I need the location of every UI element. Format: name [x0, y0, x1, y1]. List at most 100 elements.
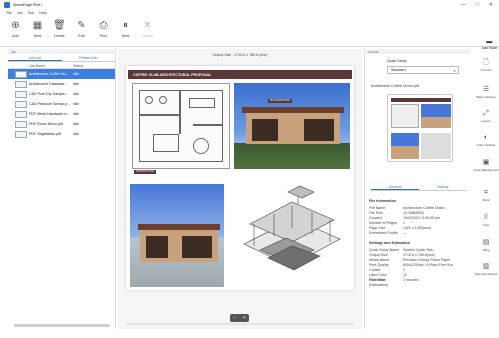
document-name: Architecture Coffee Ou.ice.pdf [371, 84, 420, 88]
trash-icon: 🗑 [53, 20, 66, 31]
job-info-icon: 🗋 [483, 59, 489, 66]
cancel-icon: ✕ [143, 20, 152, 31]
sidebar-item-job-info[interactable]: 🗋 Job Info [473, 59, 499, 72]
info-row: Page Size 1420 x 1000(mm) [369, 226, 469, 231]
title-bar: SpeedEdge Print | — □ ✕ [0, 0, 499, 9]
toolbar: ⊕ Add ▦ Hold 🗑 Delete ✎ Edit ⎙ Print ⏸ Hold ✕ C… [0, 16, 499, 50]
job-status: Idle [73, 112, 79, 116]
setting-key: Output Size [369, 253, 388, 257]
maximize-button[interactable]: □ [476, 2, 479, 8]
menu-tool[interactable]: Tool [28, 11, 35, 15]
job-status: Idle [73, 102, 79, 106]
preview-scrollbar[interactable] [126, 323, 354, 325]
sidebar-item-color-settings[interactable]: ◐ Color Settings [473, 134, 499, 147]
job-name: PDF Metal Handwork.ix... [29, 112, 70, 116]
tab-printed-job[interactable]: Printed Job [62, 55, 116, 61]
settings-sidebar: 🗋 Job Info ☰ Basic Settings ⤢ Layout ◐ Color… [473, 49, 499, 329]
hold-queue-button[interactable]: ▦ Hold [30, 20, 45, 38]
plan-tag: FLOOR PLAN [134, 169, 156, 174]
document-thumbnail [387, 94, 453, 162]
cancel-button[interactable]: ✕ Cancel [140, 20, 155, 38]
sidebar-item-color-management[interactable]: ▣ Color Management [473, 159, 499, 172]
job-info-pane: Job Info Quick Setup Standard ▼ Architec… [364, 49, 471, 329]
sidebar-item-label: Job Info [480, 68, 492, 72]
info-value: — [403, 231, 407, 235]
job-name: PDF Vegetables.pdf [29, 132, 61, 136]
crop-icon: ⌷ [483, 214, 489, 221]
job-row[interactable]: Architecture Coffee Ou... Idle [8, 69, 115, 79]
file-thumbnail-icon [15, 110, 27, 118]
zoom-controls: − + [230, 314, 249, 322]
chevron-down-icon: ▼ [453, 69, 456, 73]
file-thumbnail-icon [15, 100, 27, 108]
pause-label: Hold [121, 34, 130, 38]
sidebar-item-label: Basic Settings [476, 95, 496, 99]
menu-bar: File Job Tool Help [0, 9, 499, 16]
job-row[interactable]: CAD Pressure Sensor.p... Idle [8, 99, 115, 109]
edit-button[interactable]: ✎ Edit [74, 20, 89, 38]
job-row[interactable]: Architecture Database... Idle [8, 79, 115, 89]
delete-button[interactable]: 🗑 Delete [52, 20, 67, 38]
job-status: Idle [73, 132, 79, 136]
menu-help[interactable]: Help [39, 11, 46, 15]
setting-value: 600x1200dpi / 6-Pass Fine Gra [403, 263, 453, 267]
job-row[interactable]: PDF Vegetables.pdf Idle [8, 129, 115, 139]
info-value: 13.2MB/8052 [403, 211, 425, 215]
setting-row: Output Size 1715.6 x 785.8(mm) [369, 253, 469, 258]
auto-mode-icon: ▬ [486, 39, 493, 45]
cancel-label: Cancel [141, 34, 154, 38]
quick-setup-select[interactable]: Standard ▼ [387, 66, 459, 74]
close-button[interactable]: ✕ [489, 2, 493, 8]
job-row[interactable]: PDF Room Menu.pdf Idle [8, 119, 115, 129]
zoom-out-button[interactable]: − [233, 315, 236, 321]
setting-value: 1 [403, 268, 405, 272]
info-key: Page Size [369, 226, 386, 230]
column-status[interactable]: Status [73, 63, 83, 68]
add-file-icon: ⊕ [11, 20, 20, 31]
file-thumbnail-icon [15, 130, 27, 138]
job-name: Architecture Coffee Ou... [29, 72, 69, 76]
pause-icon: ⏸ [123, 20, 128, 31]
mark-icon: ⌗ [484, 189, 488, 196]
sidebar-item-mark[interactable]: ⌗ Mark [473, 189, 499, 202]
sidebar-item-basic-settings[interactable]: ☰ Basic Settings [473, 86, 499, 99]
quick-setup-label: Quick Setup [387, 59, 407, 63]
hold-icon: ▦ [32, 20, 43, 31]
print-button[interactable]: ⎙ Print [96, 20, 111, 38]
job-status: Idle [73, 92, 79, 96]
tab-job-list[interactable]: Job List [8, 55, 62, 61]
job-list-scrollbar[interactable] [14, 324, 110, 327]
pause-button[interactable]: ⏸ Hold [118, 20, 133, 38]
job-row[interactable]: PDF Metal Handwork.ix... Idle [8, 109, 115, 119]
tab-history[interactable]: History [419, 183, 467, 190]
minimize-button[interactable]: — [461, 2, 466, 8]
menu-file[interactable]: File [6, 11, 12, 15]
sidebar-item-step-repeat[interactable]: ▥ Step and Repeat [473, 263, 499, 276]
info-key: Number of Pages [369, 221, 397, 225]
sidebar-item-layout[interactable]: ⤢ Layout [473, 110, 499, 123]
menu-job[interactable]: Job [17, 11, 23, 15]
setting-value: 2 minutes [403, 278, 419, 282]
info-value: 1 [403, 221, 405, 225]
job-status: Idle [73, 122, 79, 126]
sidebar-item-label: Mark [482, 198, 490, 202]
sidebar-item-label: Color Settings [476, 143, 496, 147]
zoom-in-button[interactable]: + [243, 315, 246, 321]
document-preview[interactable]: COFFEE CLUB ARCHITECTURAL PROPOSAL 3D EL… [126, 66, 354, 290]
job-row[interactable]: CAD Pure Dry Sample... Idle [8, 89, 115, 99]
setting-row: Media Name Premium Glossy Photo Paper [369, 258, 469, 263]
info-key: File Name [369, 206, 386, 210]
tab-general[interactable]: General [371, 183, 419, 190]
sidebar-item-crop[interactable]: ⌷ Crop [473, 214, 499, 227]
delete-label: Delete [54, 34, 65, 38]
print-label: Print [99, 34, 108, 38]
step-repeat-icon: ▥ [482, 263, 490, 270]
info-key: Embedded Profile [369, 231, 398, 235]
column-job-name[interactable]: Job Name [29, 63, 73, 68]
color-management-icon: ▣ [482, 159, 490, 166]
add-button[interactable]: ⊕ Add [8, 20, 23, 38]
sidebar-item-label: Color Management [473, 168, 499, 172]
setting-row: Copies 1 [369, 268, 469, 273]
sidebar-item-tiling[interactable]: ▤ Tiling [473, 239, 499, 252]
building-photo-side [130, 184, 224, 287]
